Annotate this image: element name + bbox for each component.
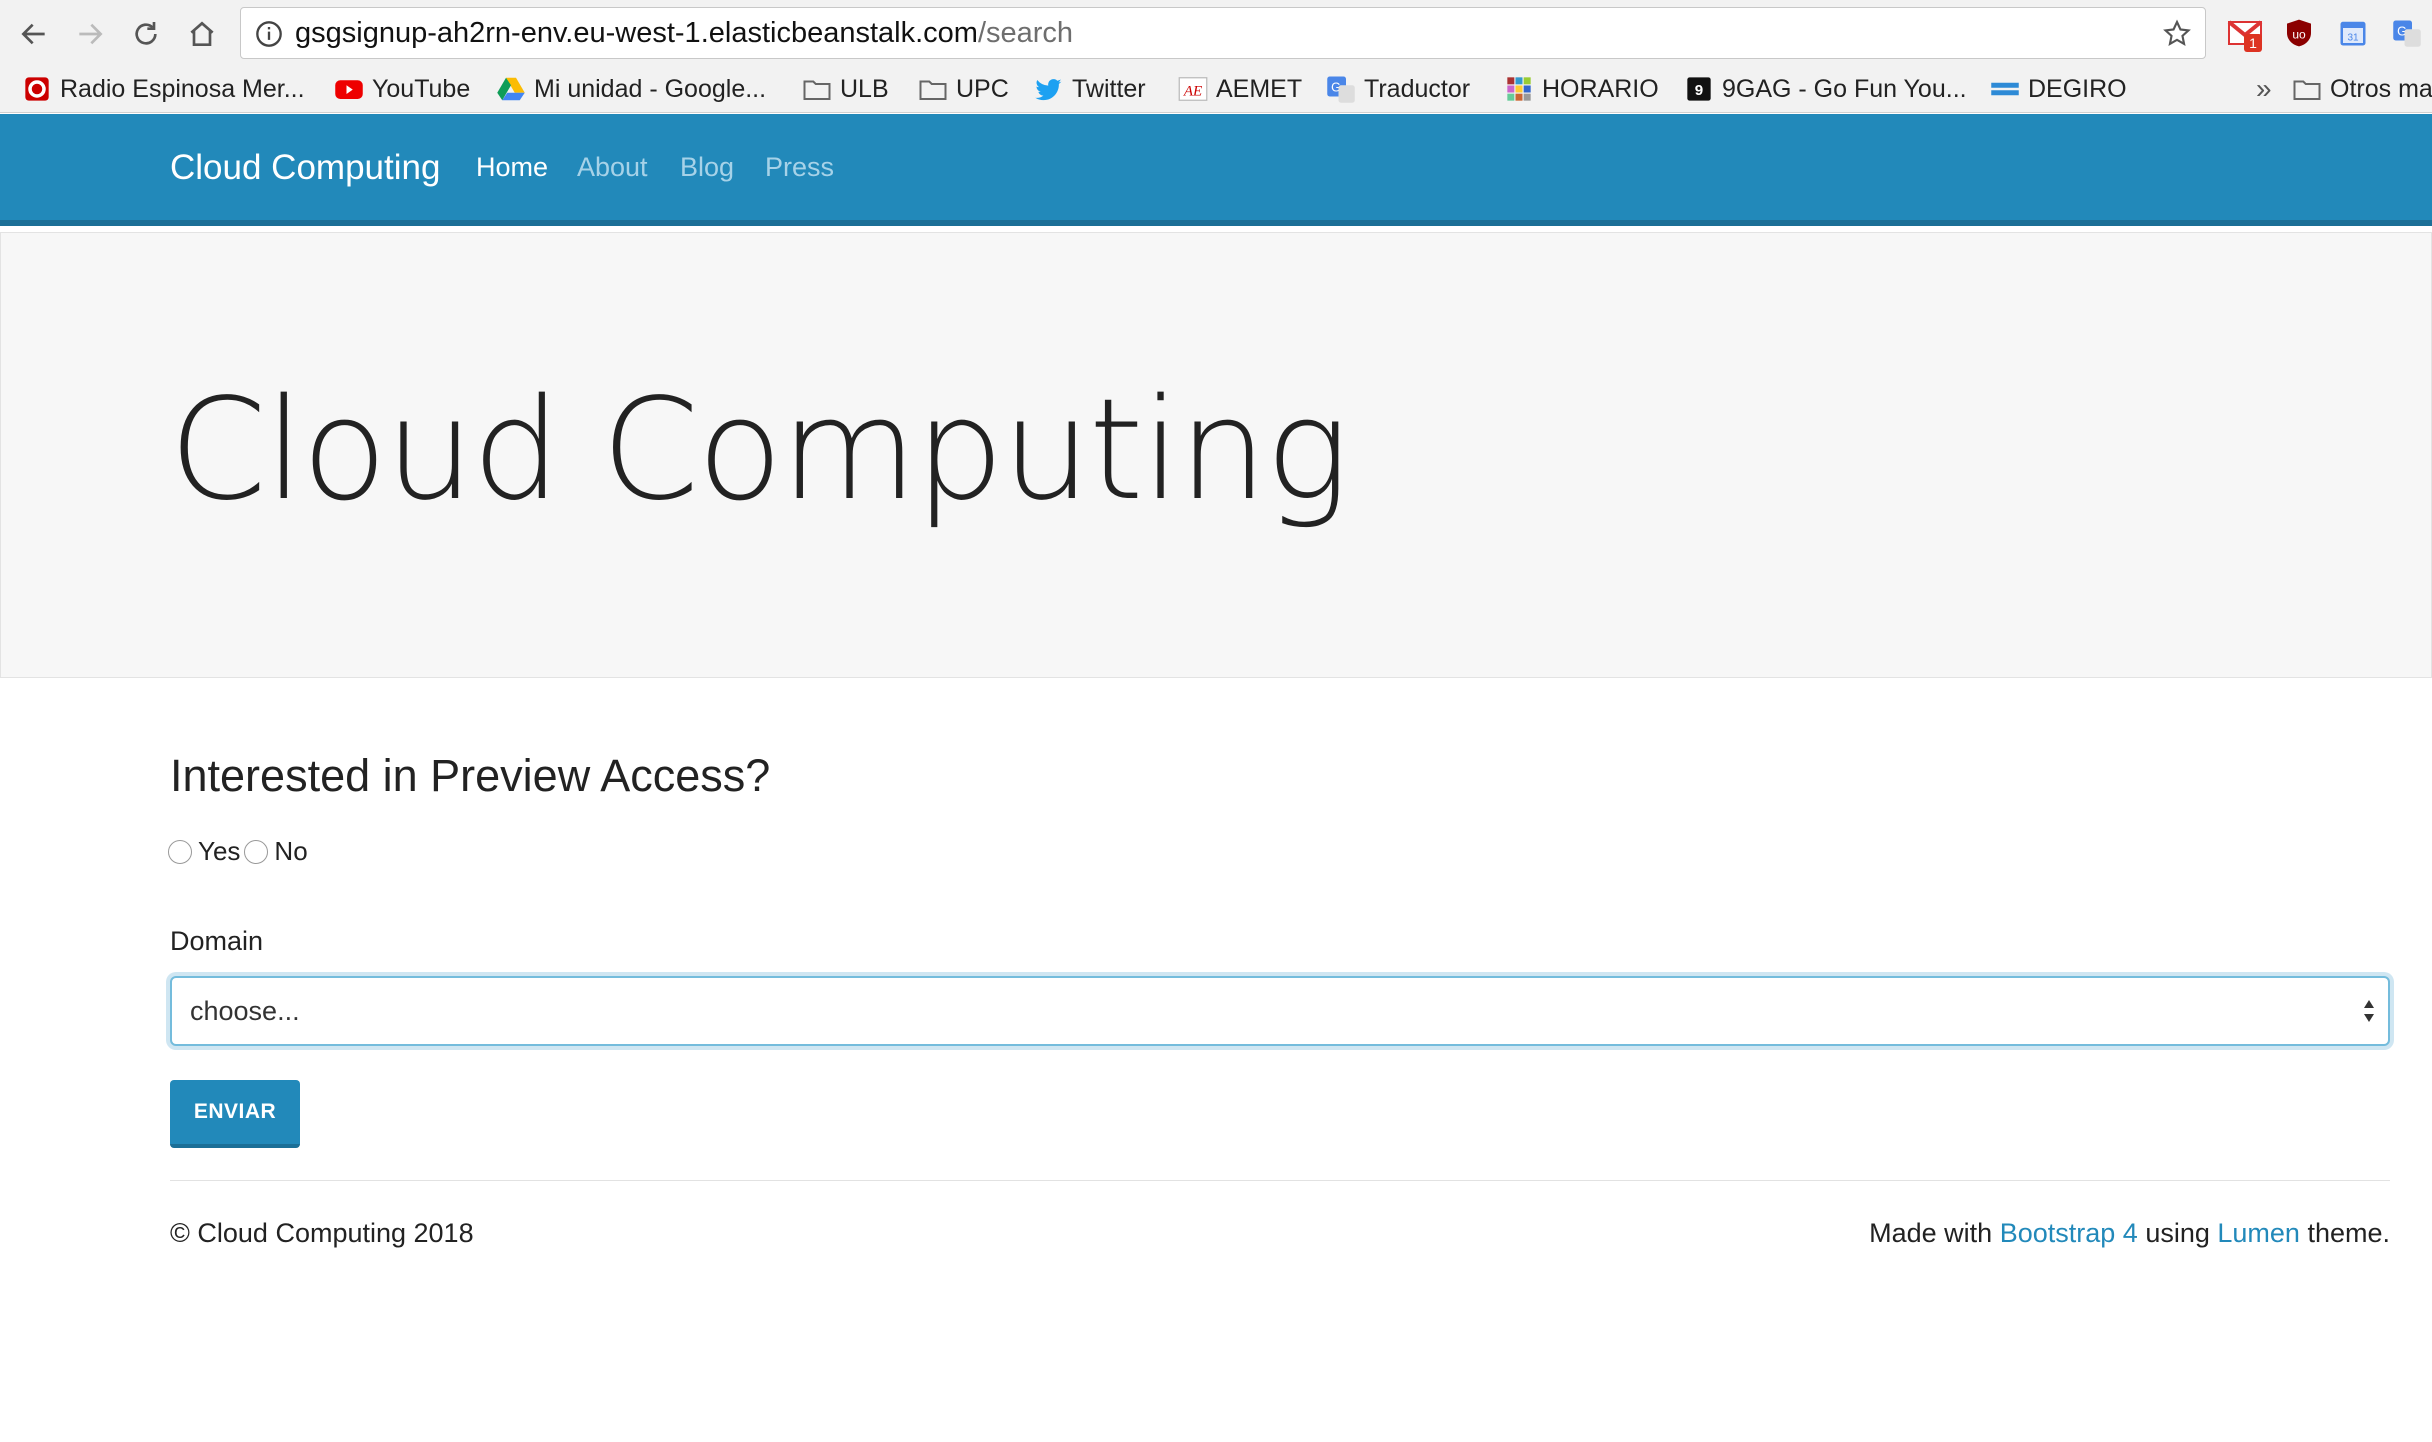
- google-drive-icon: [496, 74, 526, 104]
- bookmark-traductor[interactable]: G Traductor: [1326, 66, 1470, 112]
- folder-icon: [2292, 74, 2322, 104]
- calendar-icon: 31: [2340, 21, 2366, 46]
- footer-credits: Made with Bootstrap 4 using Lumen theme.: [1869, 1218, 2390, 1249]
- bootstrap-link[interactable]: Bootstrap 4: [2000, 1218, 2138, 1248]
- forward-arrow-icon: [79, 23, 103, 45]
- info-icon[interactable]: [255, 20, 283, 48]
- bookmark-label: Otros ma: [2330, 74, 2432, 103]
- bookmark-label: HORARIO: [1542, 74, 1659, 103]
- degiro-icon: [1990, 74, 2020, 104]
- bookmark-other-folder[interactable]: Otros ma: [2292, 66, 2432, 112]
- domain-select[interactable]: choose...: [170, 976, 2390, 1046]
- site-navbar: Cloud Computing Home About Blog Press: [0, 114, 2432, 226]
- nav-about[interactable]: About: [577, 152, 648, 183]
- browser-toolbar: gsgsignup-ah2rn-env.eu-west-1.elasticbea…: [0, 0, 2432, 66]
- youtube-icon: [334, 74, 364, 104]
- ublock-extension[interactable]: uo: [2280, 14, 2318, 52]
- nav-home[interactable]: Home: [476, 152, 548, 183]
- back-button[interactable]: [12, 12, 56, 56]
- ublock-shield-icon: uo: [2287, 19, 2311, 47]
- home-icon: [190, 21, 214, 46]
- home-button[interactable]: [180, 12, 224, 56]
- bookmark-label: 9GAG - Go Fun You...: [1722, 74, 1967, 103]
- svg-text:uo: uo: [2292, 27, 2306, 41]
- select-arrows-icon: [2364, 1000, 2374, 1022]
- bookmark-label: DEGIRO: [2028, 74, 2127, 103]
- translate-icon: G: [1326, 74, 1356, 104]
- svg-text:AE: AE: [1183, 83, 1202, 99]
- bookmark-star-icon[interactable]: [2161, 18, 2193, 50]
- domain-select-value: choose...: [190, 996, 300, 1026]
- twitter-bird-icon: [1034, 74, 1064, 104]
- gmail-badge: 1: [2249, 35, 2257, 51]
- bookmark-label: AEMET: [1216, 74, 1303, 103]
- bookmark-label: Traductor: [1364, 74, 1471, 103]
- 9gag-icon: 9: [1684, 74, 1714, 104]
- bookmark-youtube[interactable]: YouTube: [334, 66, 470, 112]
- radio-no-label[interactable]: No: [274, 836, 307, 867]
- nav-press[interactable]: Press: [765, 152, 834, 183]
- gmail-extension[interactable]: 1: [2226, 14, 2264, 52]
- nav-blog[interactable]: Blog: [680, 152, 734, 183]
- bookmark-google-drive[interactable]: Mi unidad - Google...: [496, 66, 766, 112]
- address-bar[interactable]: gsgsignup-ah2rn-env.eu-west-1.elasticbea…: [240, 7, 2206, 59]
- navbar-brand[interactable]: Cloud Computing: [170, 148, 440, 188]
- bookmark-label: ULB: [840, 74, 889, 103]
- footer-copyright: © Cloud Computing 2018: [170, 1218, 474, 1248]
- folder-icon: [918, 74, 948, 104]
- bookmark-9gag[interactable]: 9 9GAG - Go Fun You...: [1684, 66, 1967, 112]
- radio-icon: [22, 74, 52, 104]
- translate-extension[interactable]: G: [2388, 14, 2426, 52]
- jumbotron-title: Cloud Computing: [169, 369, 1349, 532]
- aemet-icon: AE: [1178, 74, 1208, 104]
- footer-theme: theme.: [2307, 1218, 2390, 1248]
- reload-button[interactable]: [124, 12, 168, 56]
- domain-label: Domain: [170, 926, 264, 956]
- submit-button[interactable]: ENVIAR: [170, 1080, 300, 1148]
- svg-text:9: 9: [1695, 82, 1703, 99]
- bookmark-label: UPC: [956, 74, 1009, 103]
- reload-icon: [135, 22, 157, 45]
- bookmark-aemet[interactable]: AE AEMET: [1178, 66, 1302, 112]
- folder-icon: [802, 74, 832, 104]
- radio-yes-label[interactable]: Yes: [198, 836, 240, 867]
- radio-no[interactable]: [244, 839, 269, 864]
- translate-icon: G: [2393, 20, 2421, 47]
- preview-access-radios: Yes No: [168, 836, 312, 867]
- bookmark-label: YouTube: [372, 74, 471, 103]
- calendar-extension[interactable]: 31: [2334, 14, 2372, 52]
- footer-using: using: [2145, 1218, 2210, 1248]
- forward-button[interactable]: [68, 12, 112, 56]
- bookmark-label: Radio Espinosa Mer...: [60, 74, 305, 103]
- bookmark-upc[interactable]: UPC: [918, 66, 1009, 112]
- gmail-icon: 1: [2227, 20, 2263, 52]
- bookmark-ulb[interactable]: ULB: [802, 66, 889, 112]
- grid-calendar-icon: [1504, 74, 1534, 104]
- bookmark-label: Twitter: [1072, 74, 1146, 103]
- footer-made-with: Made with: [1869, 1218, 1993, 1248]
- url-text: gsgsignup-ah2rn-env.eu-west-1.elasticbea…: [295, 17, 1074, 49]
- footer-divider: [170, 1180, 2390, 1181]
- back-arrow-icon: [21, 23, 45, 45]
- bookmark-label: Mi unidad - Google...: [534, 74, 767, 103]
- bookmarks-overflow-chevron[interactable]: »: [2256, 66, 2272, 112]
- jumbotron: Cloud Computing: [0, 232, 2432, 678]
- bookmark-degiro[interactable]: DEGIRO: [1990, 66, 2127, 112]
- calendar-day: 31: [2347, 33, 2359, 44]
- bookmark-twitter[interactable]: Twitter: [1034, 66, 1146, 112]
- bookmark-horario[interactable]: HORARIO: [1504, 66, 1659, 112]
- bookmark-radio-espinosa[interactable]: Radio Espinosa Mer...: [22, 66, 305, 112]
- radio-yes[interactable]: [168, 839, 192, 864]
- lumen-link[interactable]: Lumen: [2217, 1218, 2300, 1248]
- form-question: Interested in Preview Access?: [170, 750, 771, 801]
- bookmarks-bar: Radio Espinosa Mer... YouTube Mi unidad …: [0, 66, 2432, 113]
